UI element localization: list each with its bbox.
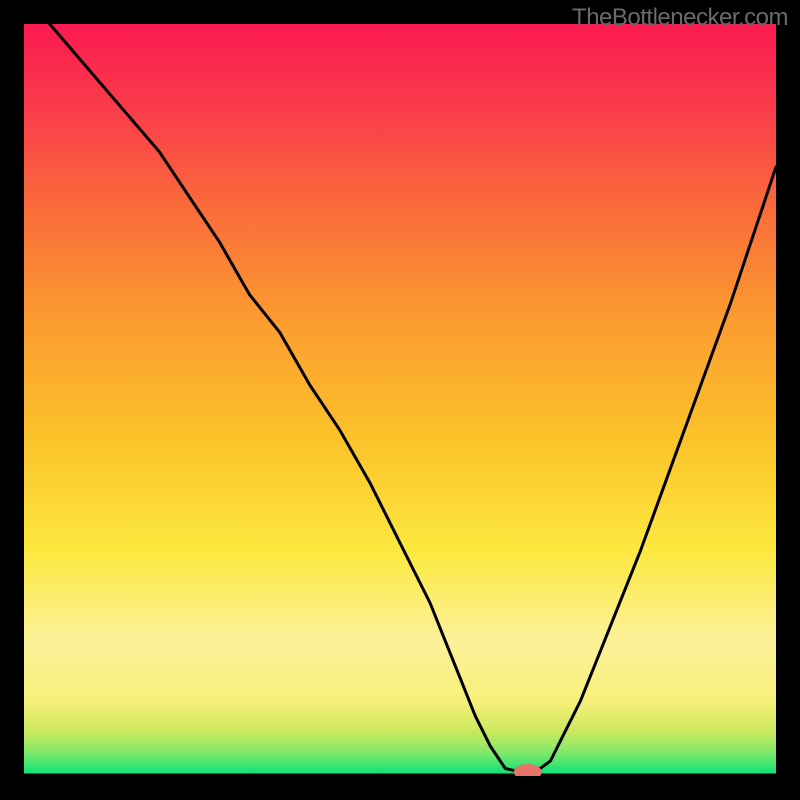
gradient-background xyxy=(24,24,776,776)
bottleneck-chart xyxy=(24,24,776,776)
chart-frame: TheBottlenecker.com xyxy=(0,0,800,800)
